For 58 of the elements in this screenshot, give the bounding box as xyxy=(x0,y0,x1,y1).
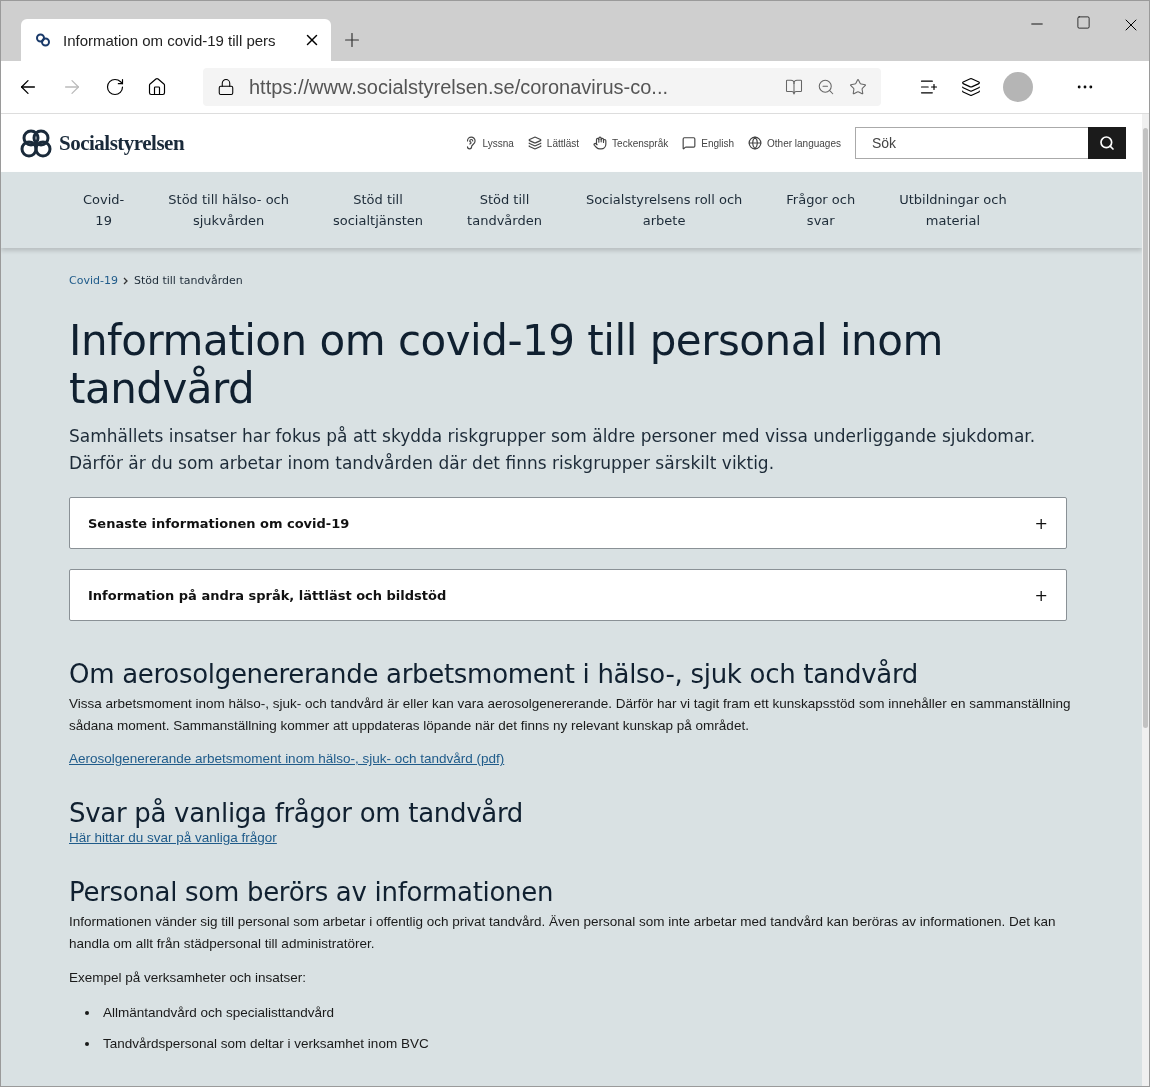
globe-icon xyxy=(748,136,763,150)
list-item-text: Allmäntandvård och specialisttandvård xyxy=(103,1005,335,1020)
body-paragraph: Exempel på verksamheter och insatser: xyxy=(69,969,308,987)
breadcrumb-link[interactable]: Covid-19 xyxy=(69,274,118,287)
hand-icon xyxy=(593,136,608,150)
body-paragraph: Informationen vänder sig till personal som arbetar i offentlig och privat tandvård. Även personal som inte arbetar med tandvård kan beröras av informationen. Det kan handla om allt från städpersonal till administratörer. xyxy=(69,913,1057,953)
lead-paragraph: Samhällets insatser har fokus på att skydda riskgrupper som äldre personer med vissa underliggande sjukdomar. Därför är du som arbetar inom tandvården där det finns riskgrupper särskilt viktig. xyxy=(69,425,1037,475)
search-button[interactable] xyxy=(1088,127,1126,159)
bullet-dot xyxy=(85,1010,89,1015)
bullet-dot xyxy=(85,1041,89,1046)
browser-tab[interactable]: Information om covid-19 till pers xyxy=(21,19,331,61)
nav-link[interactable]: Covid- 19 xyxy=(61,189,147,231)
breadcrumb-current: Stöd till tandvården xyxy=(133,274,243,287)
tool-label: Lyssna xyxy=(482,137,514,149)
nav-link[interactable]: Frågor och svar xyxy=(764,189,878,231)
url-text: https://www.socialstyrelsen.se/coronavirus-co... xyxy=(249,75,670,99)
speech-bubble-icon xyxy=(682,136,697,150)
tool-label: Other languages xyxy=(767,137,841,149)
tool-link[interactable]: Other languages xyxy=(748,136,841,150)
nav-link[interactable]: Stöd till socialtjänsten xyxy=(311,189,446,231)
section-heading: Om aerosolgenererande arbetsmoment i hälso-, sjuk och tandvård xyxy=(69,659,920,689)
nav-link[interactable]: Stöd till tandvården xyxy=(445,189,564,231)
tool-link[interactable]: Teckenspråk xyxy=(593,136,669,150)
list-item-text: Tandvårdspersonal som deltar i verksamhet inom BVC xyxy=(103,1036,429,1051)
easy-read-icon xyxy=(527,136,542,150)
nav-link[interactable]: Stöd till hälso- och sjukvården xyxy=(146,189,311,231)
text-link[interactable]: Här hittar du svar på vanliga frågor xyxy=(69,830,277,845)
logo-text[interactable]: Socialstyrelsen xyxy=(59,130,185,156)
tool-link[interactable]: Lyssna xyxy=(463,136,514,150)
section-heading: Svar på vanliga frågor om tandvård xyxy=(69,798,525,828)
maximize-icon[interactable] xyxy=(1076,15,1091,30)
read-aloud-icon[interactable] xyxy=(785,78,803,96)
tool-label: Lättläst xyxy=(546,137,580,149)
tab-title: Information om covid-19 till pers xyxy=(63,31,277,49)
search-field[interactable]: Sök xyxy=(855,127,1088,159)
star-icon[interactable] xyxy=(849,78,867,96)
accordion-header[interactable]: Senaste informationen om covid-19 + xyxy=(69,497,1067,549)
nav-link[interactable]: Socialstyrelsens roll och arbete xyxy=(563,189,765,231)
address-bar[interactable]: https://www.socialstyrelsen.se/coronavirus-co... xyxy=(203,68,881,106)
accordion-header[interactable]: Information på andra språk, lättläst och bildstöd + xyxy=(69,569,1067,621)
tool-link[interactable]: English xyxy=(682,136,735,150)
nav-link[interactable]: Utbildningar och material xyxy=(877,189,1029,231)
tool-link[interactable]: Lättläst xyxy=(527,136,580,150)
collections-icon[interactable] xyxy=(961,77,981,97)
page-title: Information om covid-19 till personal inom tandvård xyxy=(69,317,944,413)
chevron-icon xyxy=(121,276,130,285)
tool-label: Teckenspråk xyxy=(612,137,669,149)
body-paragraph: Vissa arbetsmoment inom hälso-, sjuk- och tandvård är eller kan vara aerosolgenererande. Därför har vi tagit fram ett kunskapsstöd som innehåller en sammanställning sådana moment. Sammanställning kommer att uppdateras löpande när det finns ny relevant kunskap på området. xyxy=(69,695,1072,735)
home-icon[interactable] xyxy=(147,77,167,97)
zoom-out-icon[interactable] xyxy=(817,78,835,96)
lock-icon xyxy=(217,78,235,96)
site-favicon-icon xyxy=(35,32,51,48)
text-link[interactable]: Aerosolgenererande arbetsmoment inom hälso-, sjuk- och tandvård (pdf) xyxy=(69,751,505,766)
scrollbar-thumb[interactable] xyxy=(1143,128,1148,728)
section-heading: Personal som berörs av informationen xyxy=(69,877,555,907)
search-icon xyxy=(1099,135,1115,151)
reload-icon[interactable] xyxy=(105,77,125,97)
tool-label: English xyxy=(701,137,735,149)
